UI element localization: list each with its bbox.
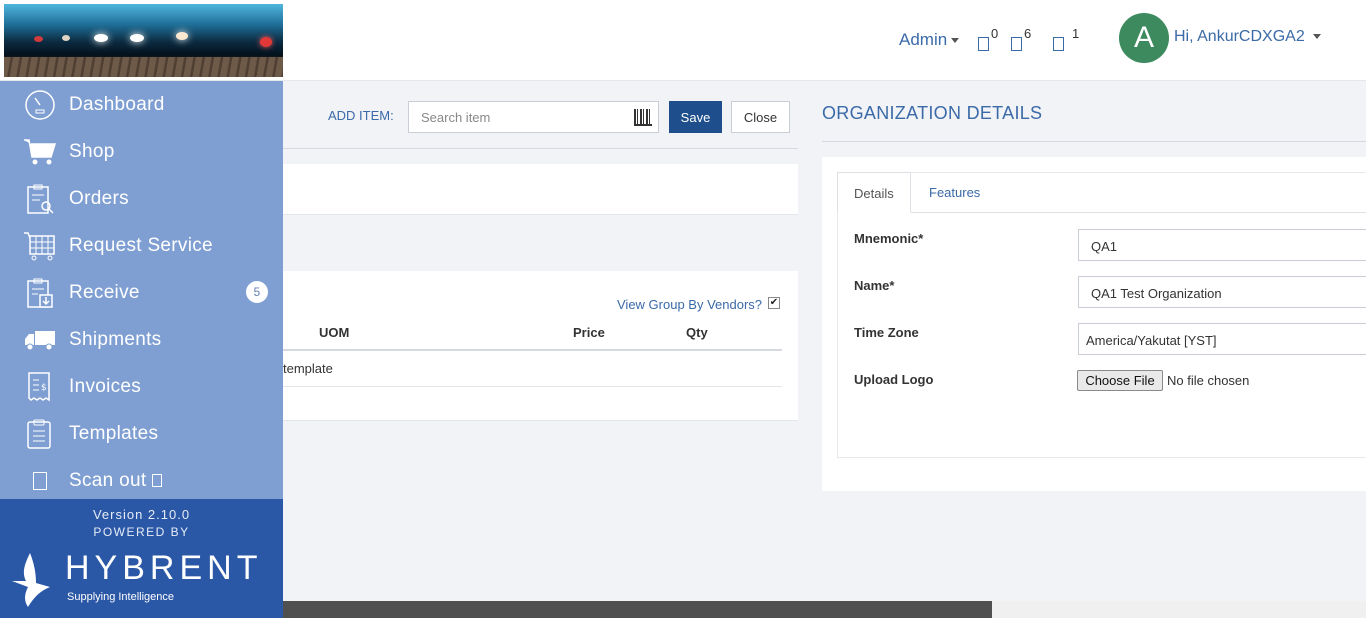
title-divider [822,141,1366,142]
barcode-icon[interactable] [634,109,652,126]
templates-icon [23,417,57,451]
sidebar-item-templates[interactable]: Templates [0,410,283,457]
search-input[interactable] [409,102,619,132]
messages-count: 6 [1024,26,1032,41]
external-link-icon [152,473,163,487]
sidebar-item-label: Dashboard [69,93,165,115]
group-by-vendors-checkbox[interactable]: ✔ [768,297,780,309]
organization-tab-panel [837,172,1366,458]
notifications-button[interactable]: 0 [978,26,998,53]
cart-summary-card [283,164,798,215]
service-cart-icon [23,229,57,263]
top-bar: Admin 0 6 1 A Hi, AnkurCDXGA2 [0,0,1366,81]
notifications-count: 0 [991,26,999,41]
time-zone-label: Time Zone [854,325,919,340]
sidebar: Dashboard Shop Orders Request Service Re… [0,81,283,618]
sidebar-item-shop[interactable]: Shop [0,128,283,175]
close-button[interactable]: Close [731,101,790,133]
svg-text:$: $ [41,383,47,393]
avatar[interactable]: A [1119,13,1169,63]
choose-file-button[interactable]: Choose File [1077,370,1163,391]
sidebar-item-orders[interactable]: Orders [0,175,283,222]
sidebar-item-label: Templates [69,422,159,444]
notifications-icon [978,37,989,52]
column-header-uom: UOM [319,325,350,340]
orders-icon [23,182,57,216]
mnemonic-field[interactable]: QA1 [1078,229,1366,261]
sidebar-item-label: Shop [69,140,115,162]
powered-by-text: POWERED BY [93,525,190,539]
time-zone-select[interactable]: America/Yakutat [YST] [1078,323,1366,355]
table-header-divider [283,349,782,351]
receive-count-badge: 5 [246,281,268,303]
sidebar-item-shipments[interactable]: Shipments [0,316,283,363]
chevron-down-icon [951,38,960,44]
scrollbar-thumb[interactable] [283,601,992,618]
tasks-icon [1053,37,1064,52]
sidebar-item-label: Request Service [69,234,213,256]
page-title: ORGANIZATION DETAILS [822,103,1043,123]
header-banner-image [4,4,283,77]
hybrent-bird-icon [12,553,50,607]
logo-wordmark: HYBRENT [65,549,263,587]
sidebar-item-label: Shipments [69,328,162,350]
tab-details[interactable]: Details [837,172,911,213]
receive-icon [23,276,57,310]
table-row-divider [283,386,782,387]
admin-label: Admin [899,30,948,49]
sidebar-item-scan-out[interactable]: Scan out [0,457,283,504]
add-item-label: ADD ITEM: [328,108,394,123]
name-label: Name* [854,278,895,293]
truck-icon [23,323,57,357]
messages-button[interactable]: 6 [1011,26,1031,53]
column-header-qty: Qty [686,325,708,340]
no-file-text: No file chosen [1167,373,1250,388]
admin-menu[interactable]: Admin [899,30,960,50]
sidebar-item-label: Orders [69,187,129,209]
horizontal-scrollbar[interactable] [283,601,1366,618]
upload-logo-label: Upload Logo [854,372,934,387]
invoice-icon: $ [23,370,57,404]
scan-icon [23,464,57,498]
divider [283,148,798,149]
mnemonic-label: Mnemonic* [854,231,924,246]
search-item-field [408,101,659,133]
hybrent-logo: HYBRENT Supplying Intelligence [10,549,260,611]
sidebar-item-invoices[interactable]: $ Invoices [0,363,283,410]
sidebar-item-receive[interactable]: Receive 5 [0,269,283,316]
tasks-button[interactable]: 1 [1053,26,1079,53]
table-row-text: template [283,361,333,376]
sidebar-item-dashboard[interactable]: Dashboard [0,81,283,128]
logo-tagline: Supplying Intelligence [67,591,175,603]
chevron-down-icon [1312,34,1321,40]
version-text: Version 2.10.0 [92,507,191,522]
name-field[interactable]: QA1 Test Organization [1078,276,1366,308]
save-button[interactable]: Save [669,101,722,133]
sidebar-footer: Version 2.10.0 POWERED BY HYBRENT Supply… [0,499,283,618]
sidebar-item-label: Invoices [69,375,142,397]
column-header-price: Price [573,325,605,340]
tasks-count: 1 [1072,26,1080,41]
cart-items-card [283,271,798,421]
messages-icon [1011,37,1022,52]
sidebar-item-request-service[interactable]: Request Service [0,222,283,269]
tab-features[interactable]: Features [913,172,996,213]
dashboard-icon [23,88,57,122]
user-greeting: Hi, AnkurCDXGA2 [1174,28,1305,45]
cart-icon [23,135,57,169]
user-menu[interactable]: Hi, AnkurCDXGA2 [1174,28,1321,46]
group-by-vendors-label[interactable]: View Group By Vendors? [617,297,762,312]
sidebar-item-label: Scan out [69,470,283,492]
